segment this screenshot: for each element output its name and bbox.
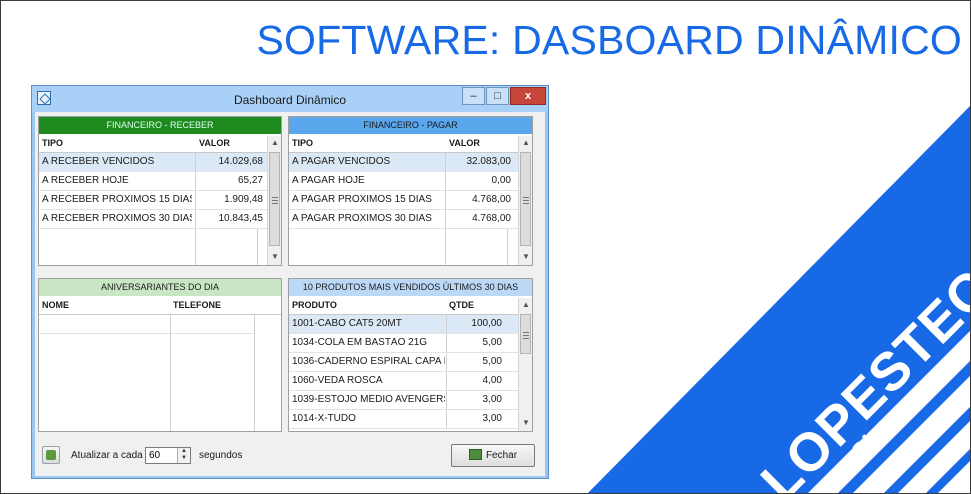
table-row[interactable]: A PAGAR VENCIDOS 32.083,00 (289, 153, 518, 172)
table-row[interactable]: 1060-VEDA ROSCA 4,00 (289, 372, 518, 391)
cell-qtde: 3,00 (482, 394, 502, 405)
table-row[interactable]: A PAGAR PRÓXIMOS 15 DIAS 4.768,00 (289, 191, 518, 210)
col-tipo: TIPO (42, 138, 64, 148)
cell-produto: 1039-ESTOJO MÉDIO AVENGERS (292, 394, 445, 405)
cell-qtde: 5,00 (482, 337, 502, 348)
brand-phone: (17)3361-2500 (888, 415, 948, 476)
col-telefone: TELEFONE (173, 300, 222, 310)
col-qtde: QTDE (449, 300, 475, 310)
col-valor: VALOR (449, 138, 480, 148)
slide: SOFTWARE: DASBOARD DINÂMICO LOPESTEC Sis… (0, 0, 971, 494)
table-row[interactable]: 1034-COLA EM BASTÃO 21G 5,00 (289, 334, 518, 353)
table-row[interactable]: 1036-CADERNO ESPIRAL CAPA DU 5,00 (289, 353, 518, 372)
table-row[interactable]: 1039-ESTOJO MÉDIO AVENGERS 3,00 (289, 391, 518, 410)
aniversariantes-column-header: NOME TELEFONE (39, 298, 281, 315)
cell-produto: 1060-VEDA ROSCA (292, 375, 383, 386)
col-valor: VALOR (199, 138, 230, 148)
table-row[interactable]: 1014-X-TUDO 3,00 (289, 410, 518, 429)
pagar-header: FINANCEIRO - PAGAR (289, 117, 532, 134)
pagar-scrollbar[interactable]: ▲ ▼ (518, 136, 532, 265)
cell-valor: 0,00 (491, 175, 511, 186)
cell-qtde: 5,00 (482, 356, 502, 367)
cell-valor: 14.029,68 (218, 156, 264, 167)
table-row[interactable]: A PAGAR PRÓXIMOS 30 DIAS 4.768,00 (289, 210, 518, 229)
close-window-button[interactable]: x (510, 87, 546, 105)
cell-tipo: A RECEBER HOJE (42, 175, 129, 186)
refresh-label: Atualizar a cada (71, 450, 143, 461)
scroll-thumb[interactable] (269, 152, 280, 246)
exit-door-icon (468, 449, 482, 460)
maximize-button[interactable]: □ (486, 87, 509, 105)
scroll-down-icon[interactable]: ▼ (521, 418, 531, 428)
cell-tipo: A RECEBER PRÓXIMOS 15 DIAS (42, 194, 192, 205)
cell-valor: 65,27 (237, 175, 263, 186)
cell-produto: 1036-CADERNO ESPIRAL CAPA DU (292, 356, 445, 367)
produtos-panel: 10 PRODUTOS MAIS VENDIDOS ÚLTIMOS 30 DIA… (288, 278, 533, 432)
cell-produto: 1034-COLA EM BASTÃO 21G (292, 337, 428, 348)
cell-tipo: A PAGAR PRÓXIMOS 30 DIAS (292, 213, 432, 224)
table-row[interactable]: A RECEBER PRÓXIMOS 30 DIAS 10.843,45 (39, 210, 267, 229)
cell-tipo: A RECEBER VENCIDOS (42, 156, 155, 167)
stepper-arrows-icon[interactable]: ▲ ▼ (177, 448, 190, 463)
cell-produto: 1014-X-TUDO (292, 413, 356, 424)
refresh-icon (46, 450, 56, 460)
brand-tagline: Sistemas (846, 369, 944, 467)
cell-tipo: A PAGAR VENCIDOS (292, 156, 391, 167)
scroll-up-icon[interactable]: ▲ (270, 138, 280, 148)
scroll-up-icon[interactable]: ▲ (521, 138, 531, 148)
table-row[interactable] (39, 315, 255, 334)
interval-input[interactable] (147, 449, 181, 462)
aniversariantes-panel: ANIVERSARIANTES DO DIA NOME TELEFONE (38, 278, 282, 432)
produtos-scrollbar[interactable]: ▲ ▼ (518, 298, 532, 431)
interval-unit-label: segundos (199, 450, 243, 461)
cell-qtde: 100,00 (471, 318, 502, 329)
table-row[interactable]: A RECEBER VENCIDOS 14.029,68 (39, 153, 267, 172)
produtos-header: 10 PRODUTOS MAIS VENDIDOS ÚLTIMOS 30 DIA… (289, 279, 532, 296)
pagar-panel: FINANCEIRO - PAGAR TIPO VALOR A PAGAR VE… (288, 116, 533, 266)
produtos-column-header: PRODUTO QTDE (289, 298, 518, 315)
table-row[interactable]: A PAGAR HOJE 0,00 (289, 172, 518, 191)
cell-valor: 32.083,00 (466, 156, 512, 167)
cell-valor: 4.768,00 (472, 213, 511, 224)
receber-scrollbar[interactable]: ▲ ▼ (267, 136, 281, 265)
cell-qtde: 3,00 (482, 413, 502, 424)
cell-tipo: A PAGAR PRÓXIMOS 15 DIAS (292, 194, 432, 205)
scroll-thumb[interactable] (520, 314, 531, 354)
cell-tipo: A PAGAR HOJE (292, 175, 365, 186)
fechar-label: Fechar (485, 450, 518, 461)
window-client: FINANCEIRO - RECEBER TIPO VALOR A RECEBE… (35, 112, 545, 476)
cell-valor: 4.768,00 (472, 194, 511, 205)
window-titlebar[interactable]: Dashboard Dinâmico ‒ □ x (32, 86, 548, 112)
pagar-column-header: TIPO VALOR (289, 136, 518, 153)
refresh-button[interactable] (42, 446, 60, 464)
receber-panel: FINANCEIRO - RECEBER TIPO VALOR A RECEBE… (38, 116, 282, 266)
cell-tipo: A RECEBER PRÓXIMOS 30 DIAS (42, 213, 192, 224)
footer-bar: Atualizar a cada ▲▼ segundos Fechar (35, 436, 545, 476)
cell-valor: 1.909,48 (224, 194, 263, 205)
col-nome: NOME (42, 300, 69, 310)
brand-name: LOPESTEC (749, 258, 971, 494)
dashboard-window: Dashboard Dinâmico ‒ □ x FINANCEIRO - RE… (31, 85, 549, 479)
cell-qtde: 4,00 (482, 375, 502, 386)
col-produto: PRODUTO (292, 300, 337, 310)
aniversariantes-header: ANIVERSARIANTES DO DIA (39, 279, 281, 296)
fechar-button[interactable]: Fechar (451, 444, 535, 467)
slide-title: SOFTWARE: DASBOARD DINÂMICO (256, 17, 962, 63)
interval-stepper[interactable]: ▲▼ (145, 447, 191, 464)
minimize-button[interactable]: ‒ (462, 87, 485, 105)
receber-header: FINANCEIRO - RECEBER (39, 117, 281, 134)
scroll-down-icon[interactable]: ▼ (521, 252, 531, 262)
receber-column-header: TIPO VALOR (39, 136, 267, 153)
cell-produto: 1001-CABO CAT5 20MT (292, 318, 402, 329)
scroll-down-icon[interactable]: ▼ (270, 252, 280, 262)
scroll-up-icon[interactable]: ▲ (521, 300, 531, 310)
scroll-thumb[interactable] (520, 152, 531, 246)
table-row[interactable]: A RECEBER HOJE 65,27 (39, 172, 267, 191)
table-row[interactable]: A RECEBER PRÓXIMOS 15 DIAS 1.909,48 (39, 191, 267, 210)
table-row[interactable]: 1001-CABO CAT5 20MT 100,00 (289, 315, 518, 334)
cell-valor: 10.843,45 (218, 213, 264, 224)
col-tipo: TIPO (292, 138, 314, 148)
